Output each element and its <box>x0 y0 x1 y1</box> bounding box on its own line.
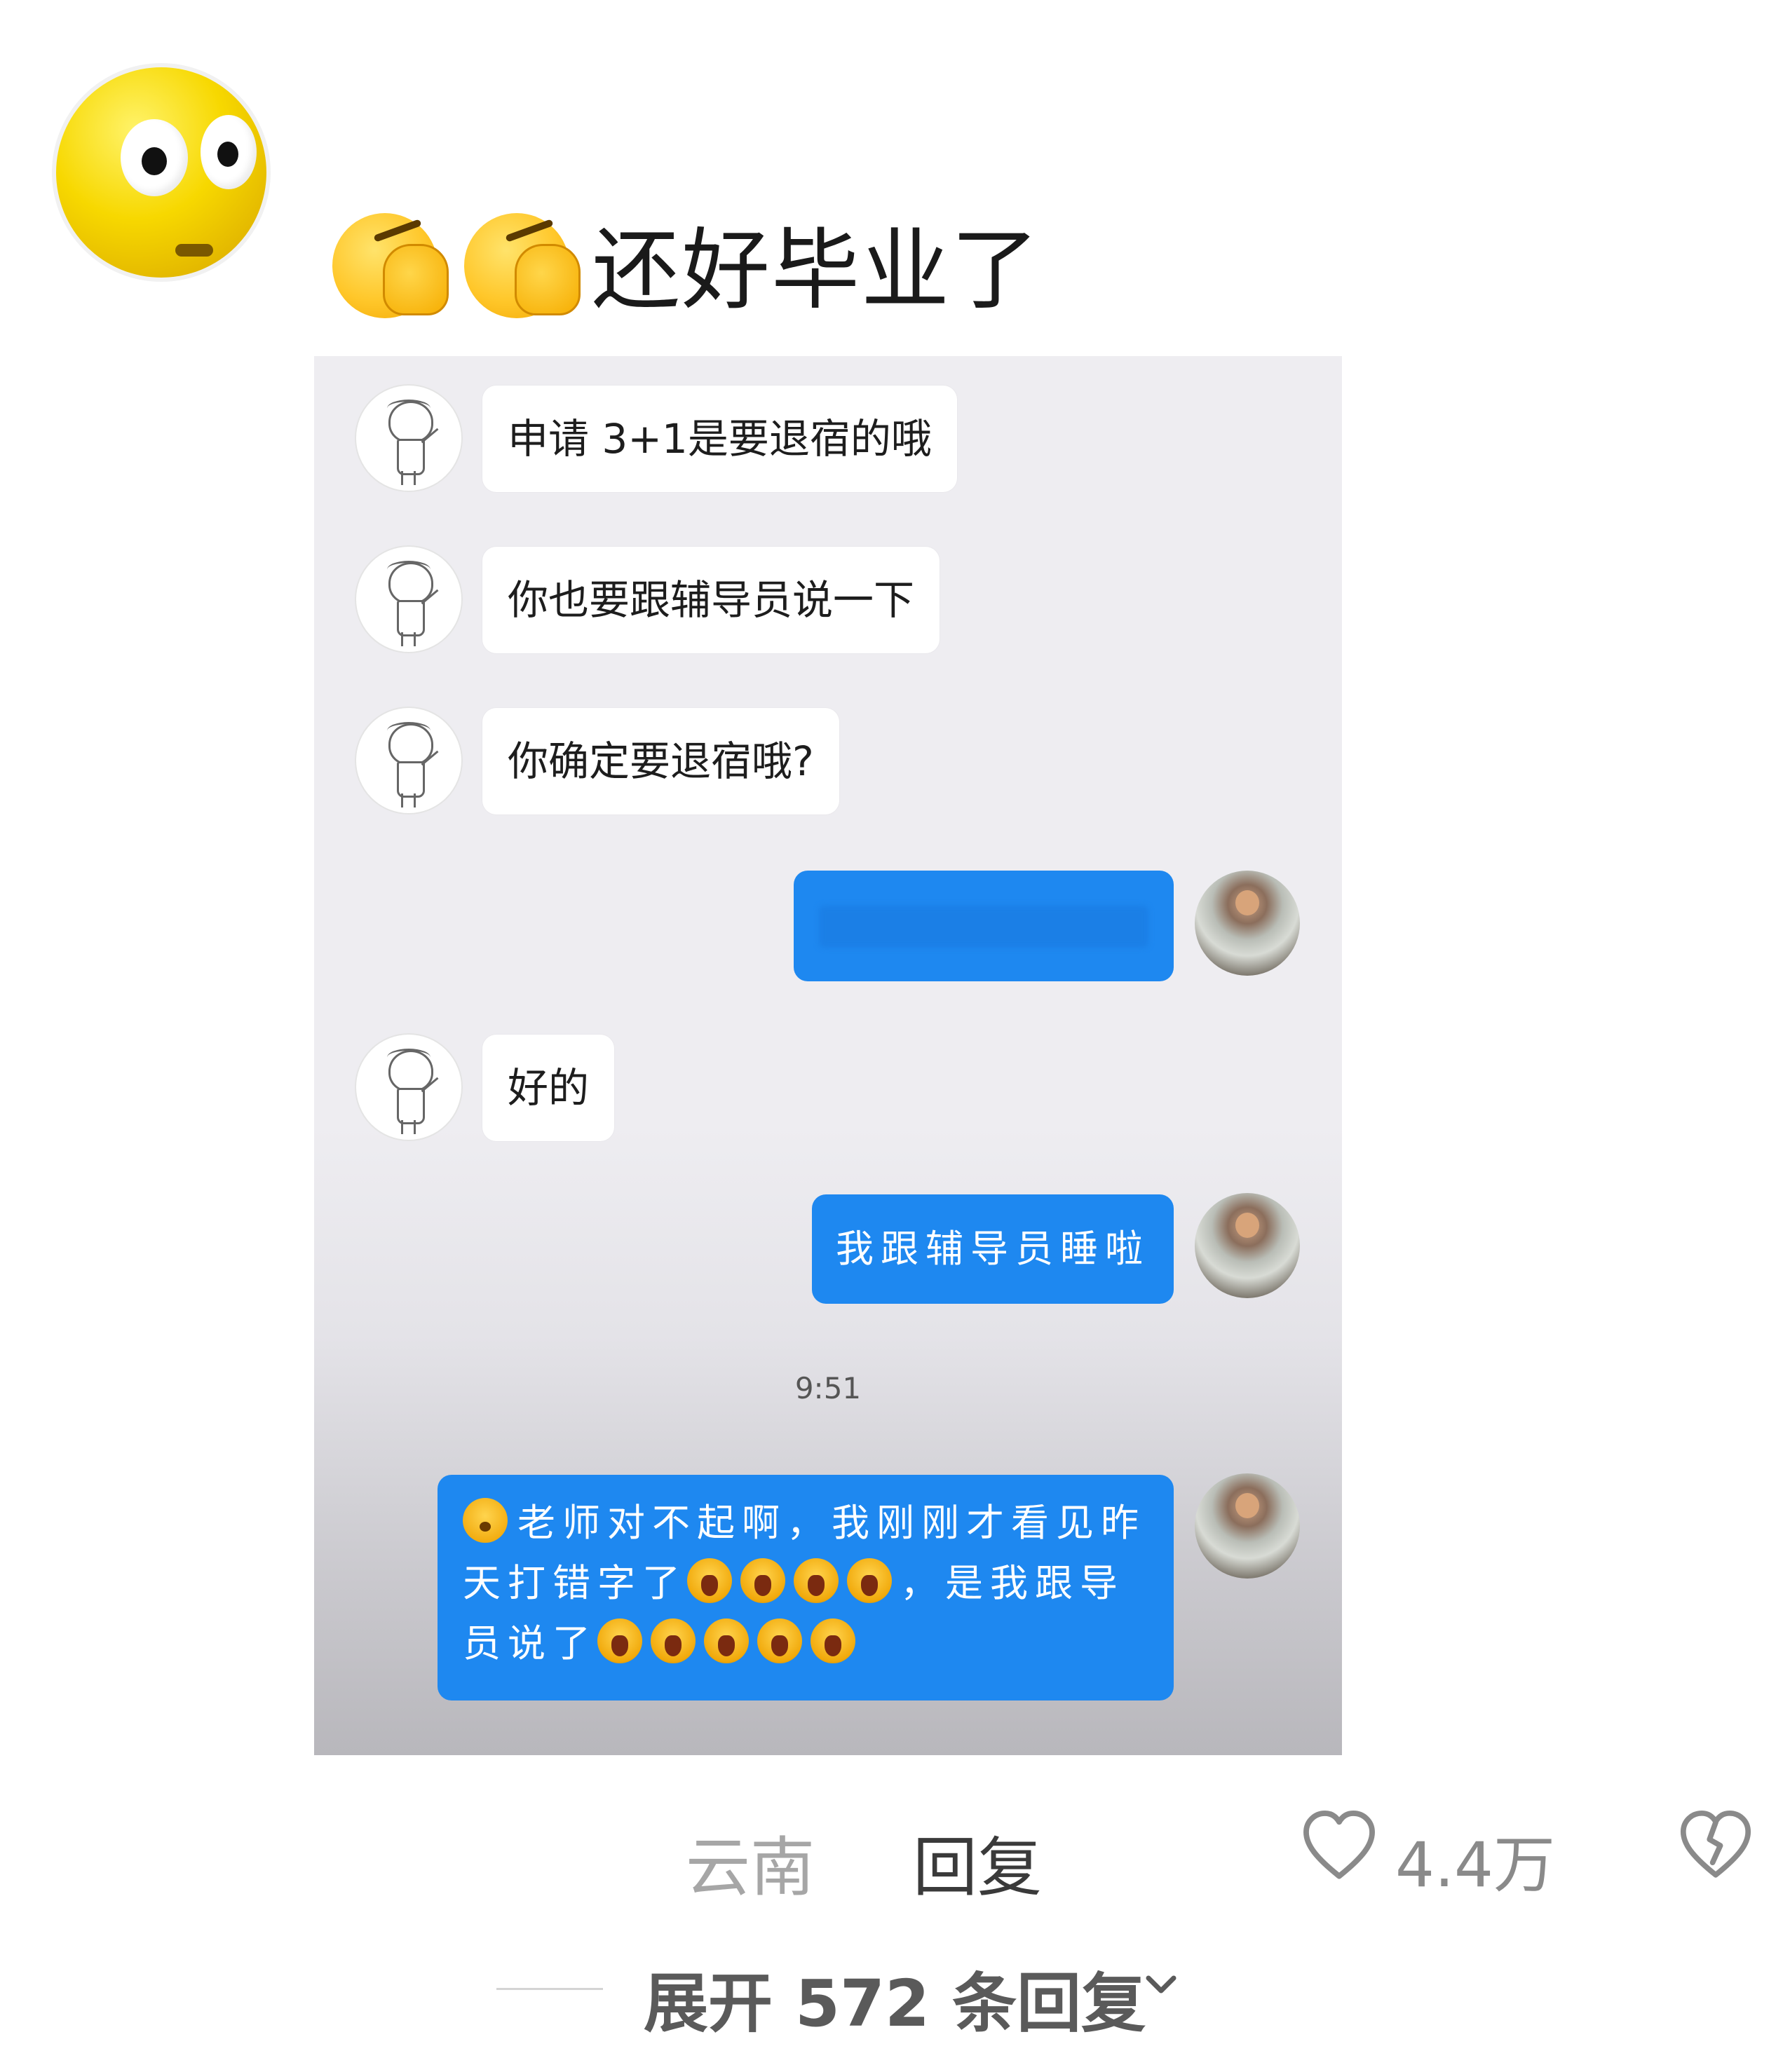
avatar-mouth <box>175 244 213 257</box>
chat-bubble-left: 好的 <box>482 1035 615 1141</box>
face-palm-icon <box>460 203 581 322</box>
crying-face-icon <box>687 1558 732 1603</box>
chat-bubble-left: 申请 3+1是要退宿的哦 <box>482 386 957 492</box>
expand-replies-button[interactable]: 展开 572 条回复 <box>644 1951 1146 2045</box>
chat-bubble-left: 你也要跟辅导员说一下 <box>482 547 940 653</box>
worried-face-icon <box>463 1498 508 1543</box>
user-avatar <box>1195 1193 1300 1298</box>
commenter-avatar[interactable] <box>56 67 266 278</box>
comment-line: 还好毕业了 <box>328 203 1040 322</box>
user-avatar <box>1195 1473 1300 1579</box>
heart-icon[interactable] <box>1300 1807 1378 1886</box>
crying-face-icon <box>740 1558 785 1603</box>
chat-timestamp: 9:51 <box>794 1371 862 1405</box>
chat-bubble-right-long: 老师对不起啊，我刚刚才看见昨天打错字了 ，是我跟导员说了 <box>438 1475 1174 1700</box>
sender-avatar <box>355 707 463 815</box>
chevron-down-icon[interactable] <box>1140 1963 1182 2005</box>
crying-face-icon <box>651 1618 696 1663</box>
location-label: 云南 <box>686 1830 815 1905</box>
sender-avatar <box>355 545 463 653</box>
crying-face-icon <box>794 1558 839 1603</box>
avatar-left-pupil <box>142 147 167 175</box>
like-count: 4.4万 <box>1395 1829 1555 1901</box>
broken-heart-icon[interactable] <box>1677 1807 1754 1884</box>
chat-screenshot[interactable]: 申请 3+1是要退宿的哦 你也要跟辅导员说一下 你确定要退宿哦? 好的 我跟辅导… <box>314 356 1342 1755</box>
avatar-right-eye <box>201 115 257 189</box>
user-avatar <box>1195 871 1300 976</box>
crying-face-icon <box>811 1618 855 1663</box>
crying-face-icon <box>847 1558 892 1603</box>
avatar-right-pupil <box>217 142 238 167</box>
crying-face-icon <box>704 1618 749 1663</box>
face-palm-icon <box>328 203 449 322</box>
expand-divider <box>496 1988 603 1990</box>
redacted-text <box>819 906 1148 948</box>
avatar-left-eye <box>121 119 188 196</box>
crying-face-icon <box>757 1618 802 1663</box>
reply-button[interactable]: 回复 <box>913 1815 1042 1909</box>
chat-bubble-right-redacted <box>794 871 1174 981</box>
crying-face-icon <box>597 1618 642 1663</box>
sender-avatar <box>355 1033 463 1141</box>
comment-text: 还好毕业了 <box>592 219 1040 322</box>
sender-avatar <box>355 384 463 492</box>
chat-bubble-left: 你确定要退宿哦? <box>482 708 839 815</box>
chat-bubble-right: 我跟辅导员睡啦 <box>812 1194 1174 1304</box>
